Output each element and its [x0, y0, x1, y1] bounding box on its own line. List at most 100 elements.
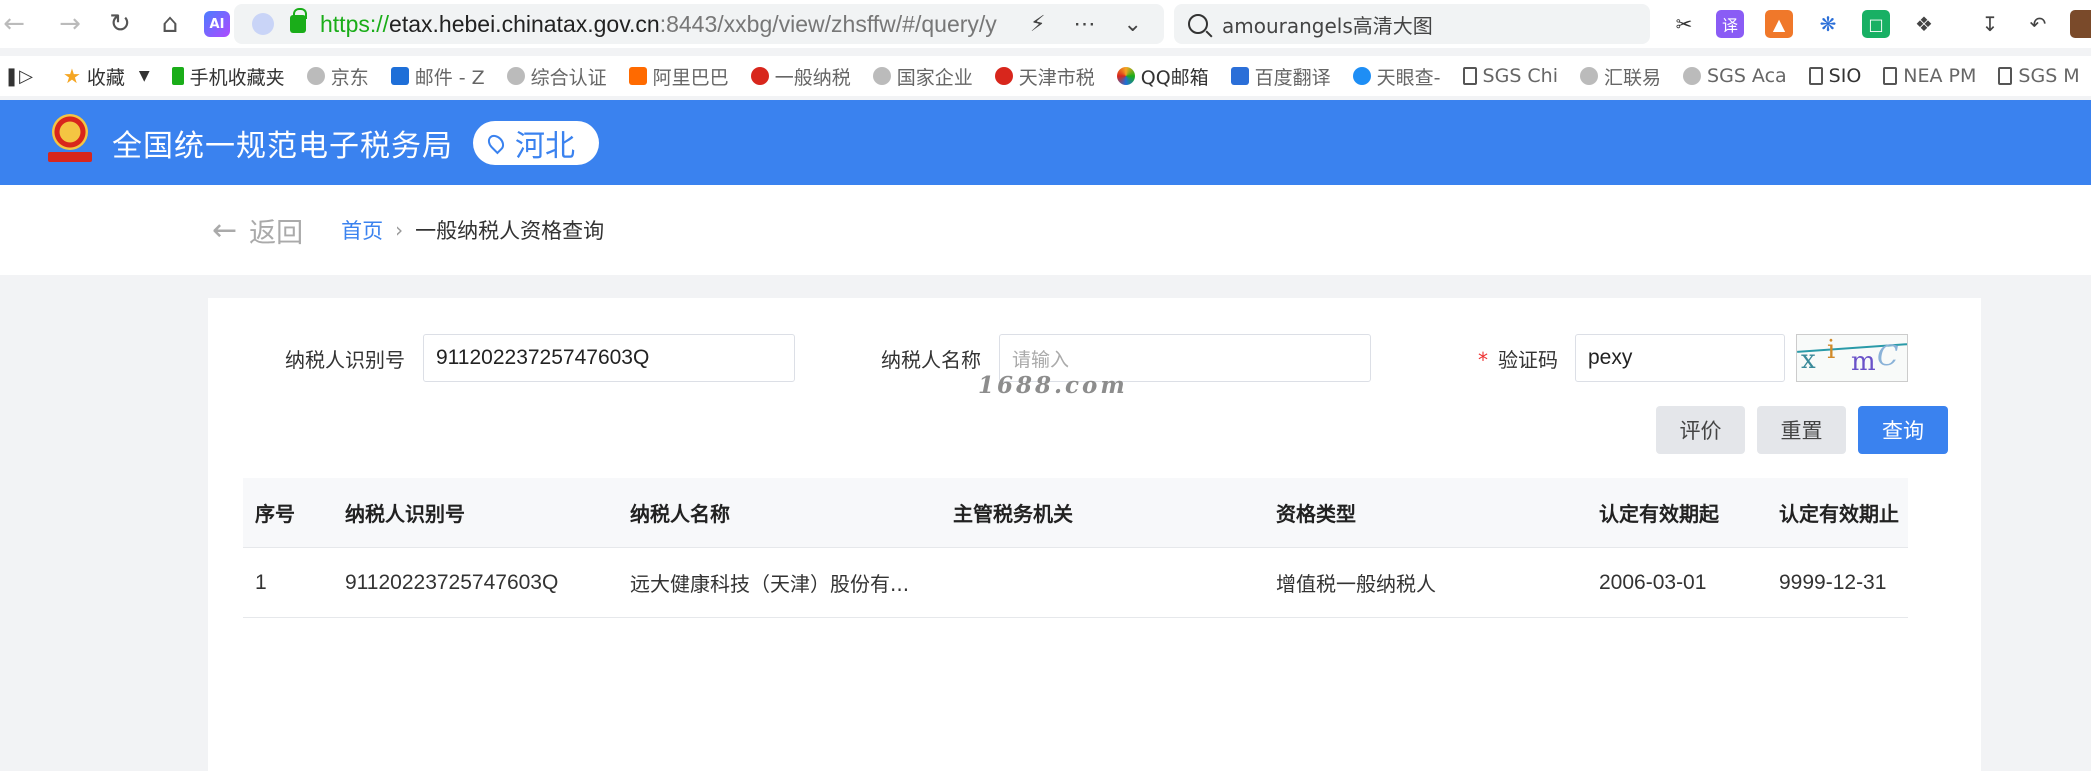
captcha-input[interactable]: pexy [1575, 334, 1785, 382]
bookmark-item[interactable]: 综合认证 [506, 63, 607, 90]
scissors-icon[interactable]: ✂ [1670, 10, 1698, 38]
bookmark-item[interactable]: 手机收藏夹 [171, 63, 285, 90]
chevron-down-icon[interactable]: ⌄ [1123, 11, 1141, 37]
forward-arrow-icon[interactable]: → [48, 4, 92, 44]
back-button[interactable]: ← 返回 [212, 211, 303, 250]
translate-icon[interactable]: 译 [1716, 10, 1744, 38]
url-host: etax.hebei.chinatax.gov.cn [389, 10, 660, 37]
bookmark-item[interactable]: 一般纳税 [750, 63, 851, 90]
home-icon[interactable]: ⌂ [148, 4, 192, 44]
watermark-text: 1688.com [978, 372, 1128, 399]
undo-icon[interactable]: ↶ [2024, 10, 2052, 38]
bookmark-item[interactable]: 京东 [306, 63, 369, 90]
bookmark-item[interactable]: SIO [1808, 65, 1861, 87]
bookmark-item[interactable]: NEA PM [1883, 65, 1976, 87]
search-icon [1188, 14, 1208, 34]
globe-icon [506, 67, 525, 85]
bookmark-item[interactable]: ★ 收藏 ▼ [63, 63, 150, 90]
globe-icon [1580, 67, 1599, 85]
document-icon [1998, 67, 2013, 85]
reset-button[interactable]: 重置 [1757, 406, 1846, 454]
book-icon[interactable]: □ [1862, 10, 1890, 38]
bookmark-item[interactable]: 天眼查- [1352, 63, 1441, 90]
bookmark-label: 邮件 - Z [414, 66, 485, 89]
puzzle-icon[interactable]: ❖ [1910, 10, 1938, 38]
bookmark-item[interactable]: QQ邮箱 [1116, 63, 1209, 90]
bookmark-item[interactable]: 天津市税 [994, 63, 1095, 90]
sidebar-toggle-icon[interactable]: ❚▷ [4, 66, 33, 87]
network-icon[interactable]: ❋ [1814, 10, 1842, 38]
document-icon [1462, 67, 1477, 85]
url-text[interactable]: https://etax.hebei.chinatax.gov.cn:8443/… [320, 11, 1010, 38]
briefcase-icon[interactable] [2070, 10, 2091, 38]
more-dots-icon[interactable]: ⋯ [1073, 11, 1095, 37]
col-header-valid-from: 认定有效期起 [1599, 502, 1719, 526]
col-header-valid-to: 认定有效期止 [1779, 502, 1899, 526]
bookmark-item[interactable]: SGS Chi [1462, 65, 1559, 87]
back-arrow-icon: ← [212, 212, 238, 248]
site-title: 全国统一规范电子税务局 [112, 128, 453, 164]
bookmark-label: 阿里巴巴 [652, 66, 729, 89]
globe-icon [872, 67, 891, 85]
captcha-image[interactable]: x i m C [1796, 334, 1908, 382]
phone-icon [171, 67, 184, 85]
taxpayer-name-label: 纳税人名称 [881, 348, 981, 372]
results-table: 序号 纳税人识别号 纳税人名称 主管税务机关 资格类型 认定有效期起 认定有效期… [243, 478, 1908, 618]
col-header-qualification-type: 资格类型 [1276, 502, 1356, 526]
reload-icon[interactable]: ↻ [98, 4, 142, 44]
ai-assistant-icon[interactable]: AI [204, 11, 230, 37]
required-mark: * [1478, 348, 1488, 372]
chevron-down-icon[interactable]: ▼ [139, 68, 150, 84]
tianyancha-icon [1352, 67, 1371, 85]
game-icon[interactable]: ▲ [1765, 10, 1793, 38]
bookmark-label: SGS Chi [1482, 65, 1559, 87]
lightning-icon[interactable]: ⚡︎ [1030, 11, 1045, 37]
query-card: 纳税人识别号 91120223725747603Q 纳税人名称 请输入 * 验证码… [208, 298, 1981, 771]
cell-valid-from: 2006-03-01 [1599, 570, 1707, 594]
bookmark-item[interactable]: 百度翻译 [1230, 63, 1331, 90]
breadcrumb-current: 一般纳税人资格查询 [415, 219, 605, 243]
search-text[interactable]: amourangels高清大图 [1222, 10, 1433, 39]
cell-valid-to: 9999-12-31 [1779, 570, 1887, 594]
address-bar[interactable]: https://etax.hebei.chinatax.gov.cn:8443/… [234, 4, 1164, 44]
download-icon[interactable]: ↧ [1976, 10, 2004, 38]
bookmark-label: 天眼查- [1376, 66, 1441, 89]
bookmark-label: 综合认证 [530, 66, 607, 89]
taxpayer-id-input[interactable]: 91120223725747603Q [423, 334, 795, 382]
bookmark-label: 汇联易 [1604, 66, 1662, 89]
tax-emblem-icon [750, 67, 769, 85]
bookmark-item[interactable]: SGS M [1998, 65, 2080, 87]
bookmark-label: SGS M [2018, 65, 2080, 87]
bookmark-label: QQ邮箱 [1140, 66, 1209, 89]
alibaba-icon [628, 67, 647, 85]
bookmark-label: 一般纳税 [774, 66, 851, 89]
bookmark-item[interactable]: 邮件 - Z [390, 63, 485, 90]
taxpayer-id-label: 纳税人识别号 [285, 348, 405, 372]
breadcrumb-home-link[interactable]: 首页 [341, 215, 383, 245]
col-header-index: 序号 [255, 502, 295, 526]
search-box[interactable]: amourangels高清大图 [1174, 4, 1650, 44]
bookmark-item[interactable]: 阿里巴巴 [628, 63, 729, 90]
query-button[interactable]: 查询 [1858, 406, 1948, 454]
chevron-right-icon: › [395, 218, 404, 242]
document-icon [1883, 67, 1898, 85]
region-selector[interactable]: 河北 [473, 120, 599, 165]
bookmark-label: 手机收藏夹 [189, 66, 285, 89]
bookmark-item[interactable]: 国家企业 [872, 63, 973, 90]
bookmark-label: 天津市税 [1018, 66, 1095, 89]
evaluate-button[interactable]: 评价 [1656, 406, 1745, 454]
bookmark-label: 百度翻译 [1254, 66, 1331, 89]
bookmark-label: SGS Aca [1707, 65, 1787, 87]
bookmarks-bar: ❚▷ ★ 收藏 ▼ 手机收藏夹 京东 邮件 - Z 综合认证 阿里巴巴 一般纳税 国… [0, 56, 2091, 96]
col-header-taxpayer-name: 纳税人名称 [630, 502, 730, 526]
bookmark-item[interactable]: 汇联易 [1580, 63, 1661, 90]
bookmark-label: 京东 [330, 66, 369, 89]
site-header: 全国统一规范电子税务局 河北 [0, 100, 2091, 185]
site-shield-icon[interactable] [252, 13, 274, 35]
outlook-icon [390, 67, 409, 85]
table-row[interactable]: 1 91120223725747603Q 远大健康科技（天津）股份有... 增值… [243, 548, 1908, 618]
bookmark-item[interactable]: SGS Aca [1683, 65, 1787, 87]
bookmark-label: 收藏 [86, 66, 125, 89]
back-arrow-icon[interactable]: ← [0, 4, 36, 44]
lock-icon[interactable] [290, 8, 307, 33]
